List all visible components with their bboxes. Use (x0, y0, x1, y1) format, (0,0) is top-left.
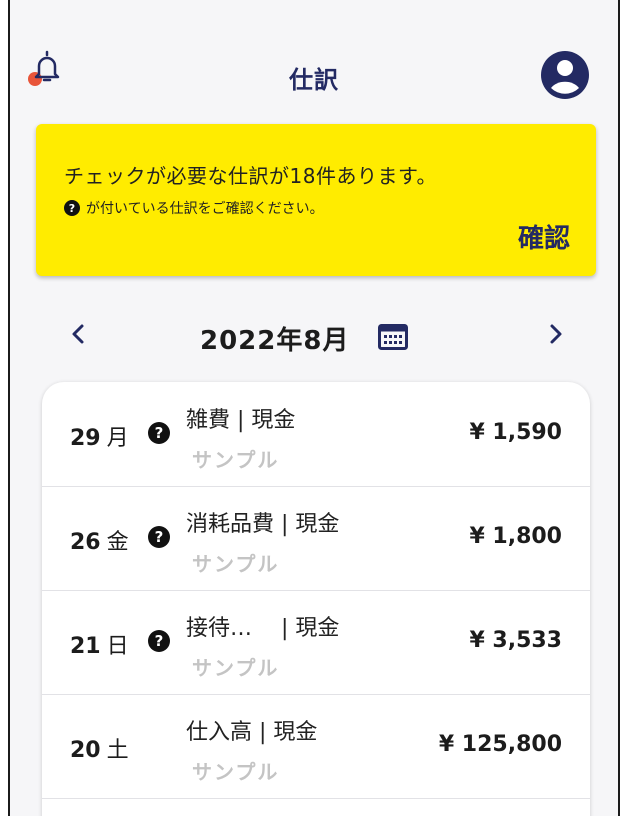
calendar-button[interactable] (378, 324, 408, 354)
page-title: 仕訳 (289, 66, 339, 94)
question-icon: ? (148, 526, 170, 548)
entry-date: 21 日 (70, 634, 129, 659)
check-required-banner: チェックが必要な仕訳が18件あります。 ? が付いている仕訳をご確認ください。 … (36, 124, 596, 276)
chevron-right-icon (550, 324, 562, 344)
question-icon: ? (148, 422, 170, 444)
next-month-button[interactable] (544, 320, 568, 348)
journal-entry-row[interactable]: 29 月 ? 雑費 | 現金 サンプル ¥ 1,590 (42, 382, 590, 487)
question-icon: ? (64, 200, 80, 216)
entry-amount: ¥ 125,800 (438, 732, 562, 757)
entry-memo: サンプル (192, 760, 280, 784)
entry-date: 29 月 (70, 426, 129, 451)
account-button[interactable] (540, 50, 590, 100)
app-screen: 仕訳 チェックが必要な仕訳が18件あります。 ? が付いている仕訳をご確認くださ… (8, 0, 620, 816)
journal-entry-row[interactable]: 26 金 ? 消耗品費 | 現金 サンプル ¥ 1,800 (42, 486, 590, 591)
banner-hint-text: が付いている仕訳をご確認ください。 (86, 201, 324, 217)
calendar-icon (378, 324, 408, 350)
question-icon: ? (148, 630, 170, 652)
entry-memo: サンプル (192, 448, 280, 472)
entry-account: 消耗品費 | 現金 (186, 512, 340, 537)
entry-account: 仕入高 | 現金 (186, 720, 318, 745)
journal-entry-row[interactable]: 21 日 ? 接待… | 現金 サンプル ¥ 3,533 (42, 590, 590, 695)
entry-amount: ¥ 1,590 (469, 420, 562, 445)
current-month-label: 2022年8月 (200, 326, 350, 356)
entry-account: 雑費 | 現金 (186, 408, 296, 433)
account-icon (541, 51, 589, 99)
previous-month-button[interactable] (66, 320, 90, 348)
entry-date: 26 金 (70, 530, 129, 555)
entry-amount: ¥ 3,533 (469, 628, 562, 653)
entry-memo: サンプル (192, 552, 280, 576)
entry-memo: サンプル (192, 656, 280, 680)
journal-entry-list: 29 月 ? 雑費 | 現金 サンプル ¥ 1,590 26 金 ? 消耗品費 | … (42, 382, 590, 816)
banner-hint: ? が付いている仕訳をご確認ください。 (64, 198, 324, 218)
chevron-left-icon (72, 324, 84, 344)
month-navigation: 2022年8月 (10, 312, 618, 360)
entry-amount: ¥ 1,800 (469, 524, 562, 549)
confirm-button[interactable]: 確認 (518, 218, 570, 255)
journal-entry-row[interactable]: 20 土 仕入高 | 現金 サンプル ¥ 125,800 (42, 694, 590, 799)
top-app-bar: 仕訳 (10, 0, 618, 108)
entry-account: 接待… | 現金 (186, 616, 340, 641)
entry-date: 20 土 (70, 738, 129, 763)
banner-message: チェックが必要な仕訳が18件あります。 (64, 164, 437, 188)
